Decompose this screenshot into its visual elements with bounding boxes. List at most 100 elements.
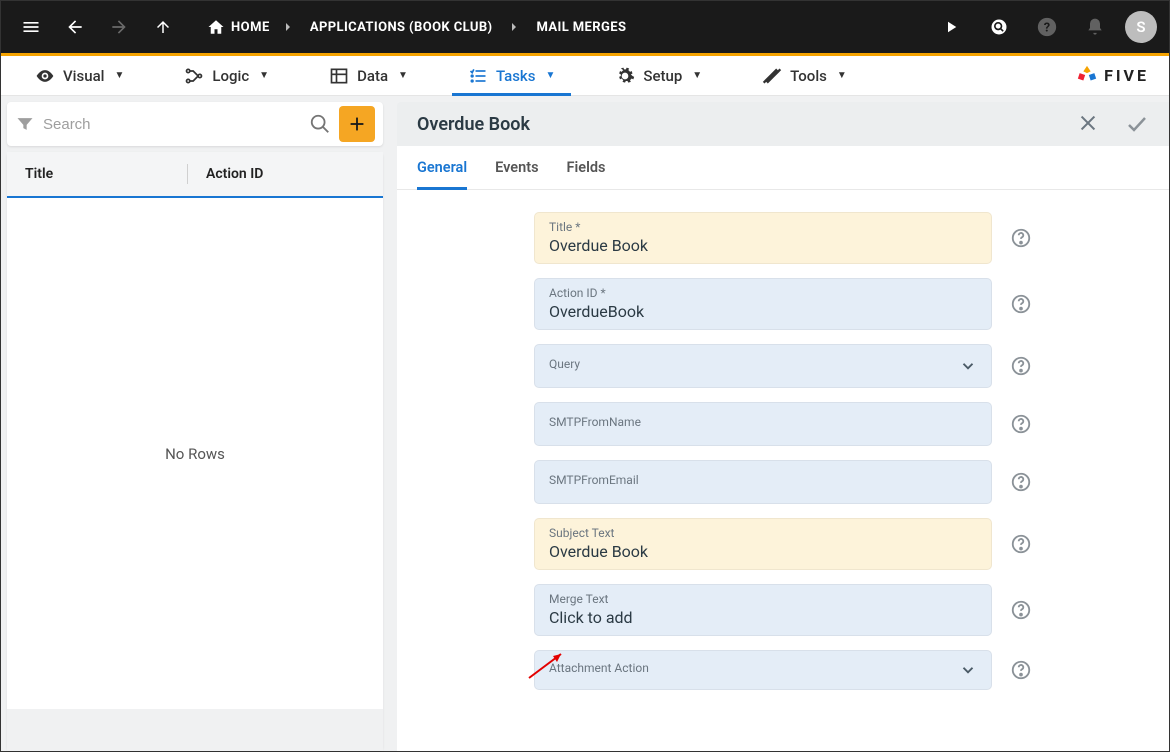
help-top-button[interactable]: ?	[1029, 9, 1065, 45]
bell-icon	[1085, 17, 1105, 37]
help-icon[interactable]	[1010, 533, 1032, 555]
list-panel: Title Action ID No Rows	[1, 96, 389, 751]
search-top-button[interactable]	[981, 9, 1017, 45]
breadcrumb-item-applications[interactable]: APPLICATIONS (BOOK CLUB)	[296, 20, 507, 35]
title-field[interactable]: Title * Overdue Book	[534, 212, 992, 264]
arrow-up-icon	[154, 18, 172, 36]
subtab-fields[interactable]: Fields	[567, 146, 606, 189]
brand-logo-icon	[1076, 64, 1098, 86]
list-empty-state: No Rows	[7, 198, 383, 709]
subject-value: Overdue Book	[549, 542, 977, 561]
chevron-down-icon: ▼	[114, 70, 124, 81]
detail-subtabs: General Events Fields	[397, 146, 1169, 190]
tab-data[interactable]: Data▼	[313, 56, 424, 95]
logic-icon	[184, 66, 204, 86]
breadcrumb: HOME APPLICATIONS (BOOK CLUB) MAIL MERGE…	[197, 18, 640, 36]
search-bubble-icon	[989, 17, 1009, 37]
up-button[interactable]	[145, 9, 181, 45]
avatar[interactable]: S	[1125, 11, 1157, 43]
chevron-right-icon	[280, 19, 296, 35]
col-title[interactable]: Title	[7, 166, 187, 182]
smtp-email-label: SMTPFromEmail	[549, 473, 977, 487]
run-button[interactable]	[933, 9, 969, 45]
action-id-field[interactable]: Action ID * OverdueBook	[534, 278, 992, 330]
list-container: Title Action ID No Rows	[7, 152, 383, 751]
chevron-down-icon: ▼	[259, 70, 269, 81]
merge-text-field[interactable]: Merge Text Click to add	[534, 584, 992, 636]
hamburger-icon	[21, 17, 41, 37]
chevron-down-icon: ▼	[837, 70, 847, 81]
subject-label: Subject Text	[549, 526, 977, 540]
smtp-email-field[interactable]: SMTPFromEmail	[534, 460, 992, 504]
main-tabs: Visual▼ Logic▼ Data▼ Tasks▼ Setup▼ Tools…	[1, 56, 1169, 96]
close-button[interactable]	[1077, 112, 1099, 134]
brand: FIVE	[1076, 64, 1149, 86]
tab-logic[interactable]: Logic▼	[168, 56, 285, 95]
list-header: Title Action ID	[7, 152, 383, 198]
forward-button	[101, 9, 137, 45]
plus-icon	[346, 113, 368, 135]
back-button[interactable]	[57, 9, 93, 45]
breadcrumb-home-label: HOME	[231, 20, 270, 35]
help-icon[interactable]	[1010, 659, 1032, 681]
help-icon[interactable]	[1010, 413, 1032, 435]
chevron-right-icon	[506, 19, 522, 35]
help-icon[interactable]	[1010, 293, 1032, 315]
help-icon[interactable]	[1010, 227, 1032, 249]
chevron-down-icon: ▼	[398, 70, 408, 81]
title-value: Overdue Book	[549, 236, 977, 255]
breadcrumb-home[interactable]: HOME	[197, 18, 280, 36]
save-button[interactable]	[1125, 112, 1149, 136]
subtab-general[interactable]: General	[417, 146, 467, 189]
search-input[interactable]	[43, 116, 301, 133]
svg-text:?: ?	[1044, 21, 1050, 36]
gear-icon	[615, 66, 635, 86]
page-title: Overdue Book	[417, 114, 530, 135]
arrow-right-icon	[109, 17, 129, 37]
subject-field[interactable]: Subject Text Overdue Book	[534, 518, 992, 570]
merge-text-label: Merge Text	[549, 592, 977, 606]
tools-icon	[762, 66, 782, 86]
home-icon	[207, 18, 225, 36]
attachment-label: Attachment Action	[549, 661, 977, 675]
data-icon	[329, 66, 349, 86]
query-field[interactable]: Query	[534, 344, 992, 388]
add-button[interactable]	[339, 106, 375, 142]
menu-button[interactable]	[13, 9, 49, 45]
search-icon[interactable]	[309, 113, 331, 135]
filter-icon[interactable]	[15, 114, 35, 134]
action-id-value: OverdueBook	[549, 302, 977, 321]
chevron-down-icon: ▼	[692, 70, 702, 81]
arrow-left-icon	[65, 17, 85, 37]
help-icon[interactable]	[1010, 471, 1032, 493]
chevron-down-icon	[959, 661, 977, 679]
tasks-icon	[468, 66, 488, 86]
detail-panel: Overdue Book General Events Fields Title…	[389, 96, 1169, 751]
chevron-down-icon: ▼	[545, 70, 555, 81]
form-area: Title * Overdue Book Action ID * Overdue…	[397, 190, 1169, 751]
notifications-button[interactable]	[1077, 9, 1113, 45]
eye-icon	[35, 66, 55, 86]
title-label: Title *	[549, 220, 977, 234]
merge-text-value: Click to add	[549, 608, 977, 627]
tab-tasks[interactable]: Tasks▼	[452, 56, 571, 95]
query-label: Query	[549, 357, 977, 371]
chevron-down-icon	[959, 357, 977, 375]
col-action-id[interactable]: Action ID	[188, 166, 281, 182]
attachment-field[interactable]: Attachment Action	[534, 650, 992, 690]
detail-header: Overdue Book	[397, 102, 1169, 146]
tab-tools[interactable]: Tools▼	[746, 56, 863, 95]
tab-setup[interactable]: Setup▼	[599, 56, 718, 95]
smtp-name-field[interactable]: SMTPFromName	[534, 402, 992, 446]
help-icon[interactable]	[1010, 599, 1032, 621]
play-icon	[942, 18, 960, 36]
tab-visual[interactable]: Visual▼	[19, 56, 140, 95]
subtab-events[interactable]: Events	[495, 146, 538, 189]
smtp-name-label: SMTPFromName	[549, 415, 977, 429]
breadcrumb-item-mailmerges[interactable]: MAIL MERGES	[522, 20, 640, 35]
search-bar	[7, 102, 383, 146]
help-icon[interactable]	[1010, 355, 1032, 377]
action-id-label: Action ID *	[549, 286, 977, 300]
help-icon: ?	[1036, 16, 1058, 38]
list-footer	[7, 709, 383, 751]
